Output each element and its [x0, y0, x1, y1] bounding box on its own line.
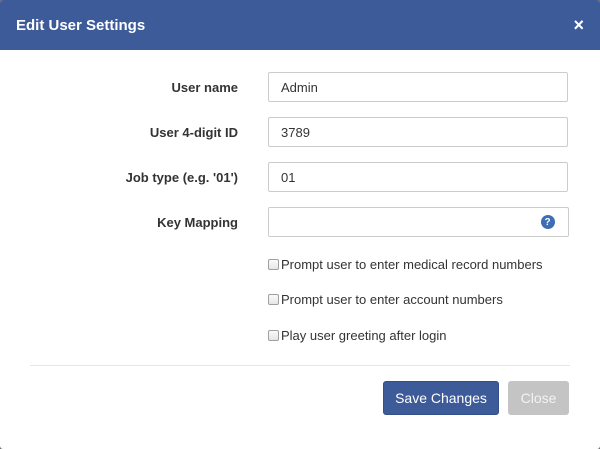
user-name-label: User name [171, 80, 238, 95]
question-circle-icon[interactable]: ? [540, 215, 555, 229]
user-id-label: User 4-digit ID [149, 125, 238, 140]
prompt-account-option: Prompt user to enter account numbers [268, 292, 503, 307]
dialog-header: Edit User Settings × [0, 0, 600, 50]
user-name-input[interactable] [268, 72, 568, 102]
key-mapping-input[interactable] [268, 207, 528, 237]
edit-user-settings-dialog: Edit User Settings × User name User 4-di… [0, 0, 600, 449]
footer-divider [30, 365, 570, 366]
close-button[interactable]: Close [508, 381, 569, 415]
prompt-account-label[interactable]: Prompt user to enter account numbers [281, 292, 503, 307]
key-mapping-label: Key Mapping [157, 215, 238, 230]
user-id-row: User 4-digit ID [0, 117, 600, 147]
job-type-label: Job type (e.g. '01') [125, 170, 238, 185]
job-type-input[interactable] [268, 162, 568, 192]
prompt-mrn-label[interactable]: Prompt user to enter medical record numb… [281, 257, 543, 272]
prompt-mrn-option: Prompt user to enter medical record numb… [268, 257, 543, 272]
play-greeting-checkbox[interactable] [268, 330, 279, 341]
user-id-input[interactable] [268, 117, 568, 147]
prompt-mrn-checkbox[interactable] [268, 259, 279, 270]
play-greeting-option: Play user greeting after login [268, 328, 446, 343]
user-name-row: User name [0, 72, 600, 102]
close-icon[interactable]: × [573, 16, 584, 34]
save-changes-button[interactable]: Save Changes [383, 381, 499, 415]
prompt-account-checkbox[interactable] [268, 294, 279, 305]
dialog-title: Edit User Settings [16, 16, 146, 34]
key-mapping-help-addon: ? [527, 207, 569, 237]
play-greeting-label[interactable]: Play user greeting after login [281, 328, 446, 343]
job-type-row: Job type (e.g. '01') [0, 162, 600, 192]
key-mapping-row: Key Mapping ? [0, 207, 600, 237]
